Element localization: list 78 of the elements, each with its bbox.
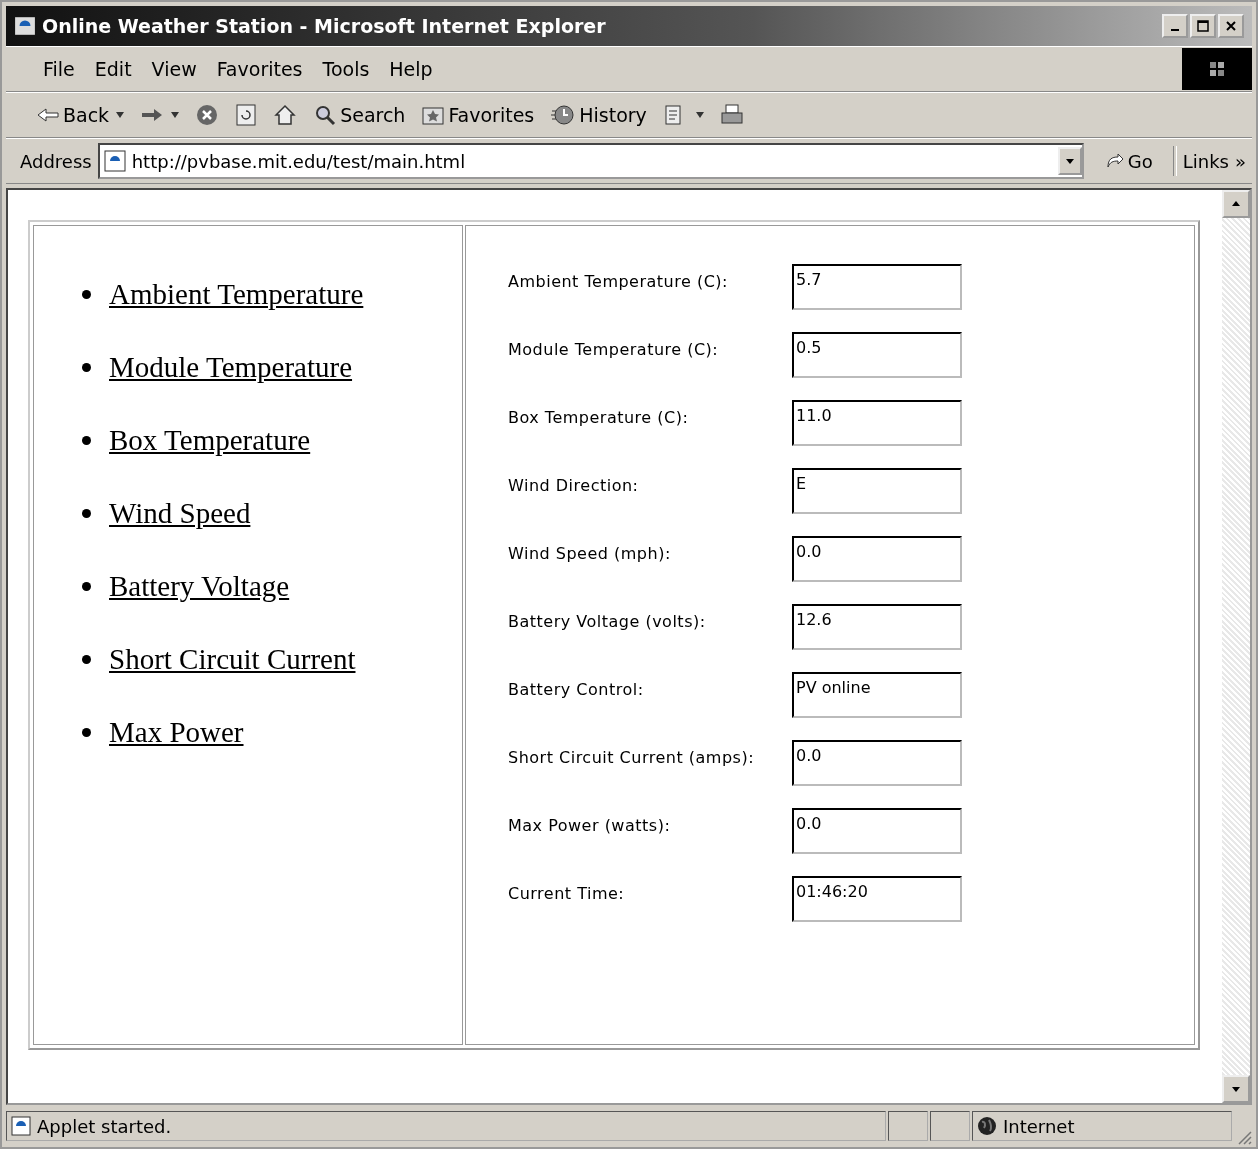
star-folder-icon (421, 104, 446, 126)
caret-icon (1064, 157, 1075, 165)
history-button[interactable]: History (544, 101, 653, 129)
menu-item[interactable]: Tools (313, 54, 379, 84)
reading-field[interactable]: 0.5 (792, 332, 962, 378)
status-text: Applet started. (37, 1115, 172, 1137)
zone-text: Internet (1003, 1115, 1075, 1137)
bullet-icon (82, 582, 91, 591)
scrollbar[interactable] (1222, 190, 1250, 1103)
search-button[interactable]: Search (307, 101, 412, 129)
caret-icon (116, 112, 125, 118)
nav-link[interactable]: Ambient Temperature (109, 278, 364, 311)
status-pane (930, 1111, 970, 1141)
go-button[interactable]: Go (1089, 150, 1167, 172)
field-label: Wind Direction: (508, 475, 640, 495)
scroll-down-button[interactable] (1222, 1075, 1250, 1103)
field-label: Current Time: (508, 883, 626, 903)
bullet-icon (82, 436, 91, 445)
bullet-icon (82, 728, 91, 737)
nav-link[interactable]: Wind Speed (109, 497, 251, 530)
globe-icon (977, 1116, 997, 1136)
favorites-button[interactable]: Favorites (415, 102, 541, 128)
bullet-icon (82, 363, 91, 372)
links-button[interactable]: Links (1182, 150, 1229, 172)
reading-field[interactable]: 12.6 (792, 604, 962, 650)
bullet-icon (82, 509, 91, 518)
bullet-icon (82, 290, 91, 299)
close-icon (1225, 20, 1237, 32)
bullet-icon (82, 655, 91, 664)
minimize-icon (1171, 29, 1179, 31)
back-button[interactable]: Back (30, 102, 131, 128)
dropdown-button[interactable] (1057, 147, 1082, 175)
window-title: Online Weather Station - Microsoft Internet Explorer (42, 15, 607, 37)
clock-icon (550, 103, 577, 127)
minimize-button[interactable] (1162, 14, 1188, 38)
nav-link[interactable]: Max Power (109, 716, 244, 749)
nav-link[interactable]: Battery Voltage (109, 570, 290, 603)
reading-field[interactable]: E (792, 468, 962, 514)
reading-field[interactable]: 11.0 (792, 400, 962, 446)
maximize-icon (1197, 20, 1209, 32)
field-label: Short Circuit Current (amps): (508, 747, 756, 767)
status-pane (888, 1111, 928, 1141)
up-arrow-icon (1231, 200, 1241, 208)
close-button[interactable] (1218, 14, 1244, 38)
caret-icon (695, 112, 704, 118)
search-icon (313, 103, 338, 127)
nav-link[interactable]: Short Circuit Current (109, 643, 356, 676)
down-arrow-icon (1231, 1085, 1241, 1093)
field-label: Box Temperature (C): (508, 407, 690, 427)
field-label: Max Power (watts): (508, 815, 672, 835)
browser-icon (14, 15, 36, 37)
page-icon (103, 150, 126, 172)
field-label: Wind Speed (mph): (508, 543, 672, 563)
maximize-button[interactable] (1190, 14, 1216, 38)
address-field[interactable]: http://pvbase.mit.edu/test/main.html (97, 143, 1084, 179)
menu-item[interactable]: File (34, 54, 84, 84)
left-arrow-icon (36, 107, 60, 123)
menu-item[interactable]: Favorites (207, 54, 312, 84)
reading-field[interactable]: PV online (792, 672, 962, 718)
scroll-up-button[interactable] (1222, 190, 1250, 218)
reading-field[interactable]: 01:46:20 (792, 876, 962, 922)
field-label: Ambient Temperature (C): (508, 271, 729, 291)
reading-field[interactable]: 0.0 (792, 808, 962, 854)
reading-field[interactable]: 0.0 (792, 740, 962, 786)
field-label: Battery Control: (508, 679, 645, 699)
chevron-button[interactable]: » (1235, 150, 1252, 172)
menu-item[interactable]: Edit (85, 54, 141, 84)
nav-link[interactable]: Box Temperature (109, 424, 311, 457)
address-label: Address (20, 150, 92, 172)
field-label: Battery Voltage (volts): (508, 611, 707, 631)
menu-item[interactable]: View (142, 54, 206, 84)
reading-field[interactable]: 0.0 (792, 536, 962, 582)
field-label: Module Temperature (C): (508, 339, 720, 359)
caret-icon (171, 112, 180, 118)
reading-field[interactable]: 5.7 (792, 264, 962, 310)
nav-link[interactable]: Module Temperature (109, 351, 353, 384)
page-icon (11, 1116, 31, 1136)
menu-item[interactable]: Help (380, 54, 442, 84)
